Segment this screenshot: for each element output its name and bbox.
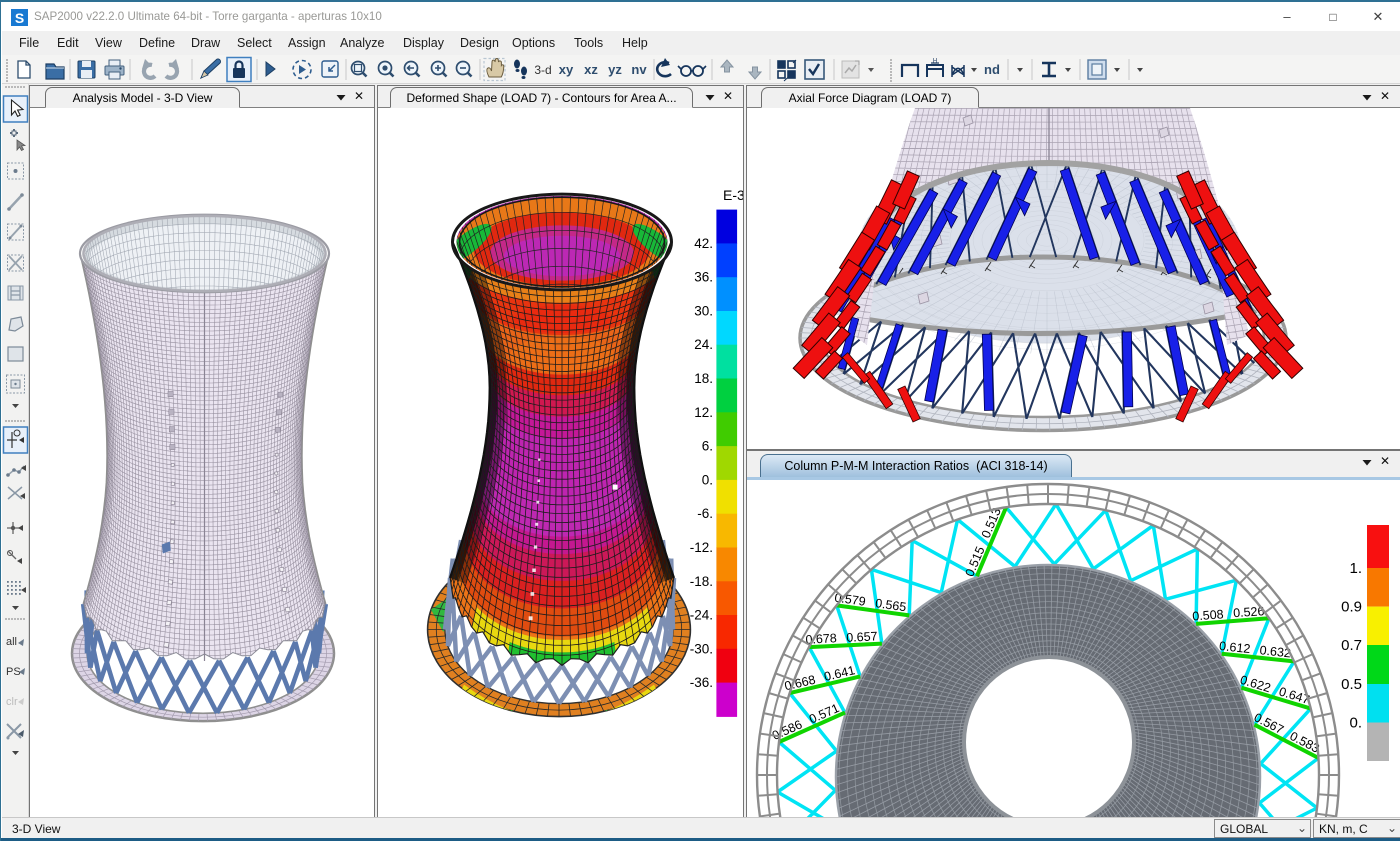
svg-text:12.: 12. — [694, 405, 713, 420]
svg-text:-6.: -6. — [697, 506, 713, 521]
svg-text:-30.: -30. — [690, 641, 713, 656]
svg-text:-36.: -36. — [690, 675, 713, 690]
svg-text:-24.: -24. — [690, 608, 713, 623]
svg-text:0.7: 0.7 — [1341, 637, 1362, 654]
svg-text:24.: 24. — [694, 337, 713, 352]
svg-text:xz: xz — [584, 62, 598, 77]
svg-text:all: all — [6, 636, 17, 648]
svg-text:36.: 36. — [694, 270, 713, 285]
svg-text:30.: 30. — [694, 304, 713, 319]
svg-text:0.657: 0.657 — [846, 629, 878, 645]
svg-text:-12.: -12. — [690, 540, 713, 555]
svg-text:E-3: E-3 — [723, 187, 743, 203]
svg-text:clr: clr — [6, 696, 18, 708]
svg-text:nv: nv — [631, 62, 647, 77]
svg-text:xy: xy — [559, 62, 574, 77]
svg-text:3-d: 3-d — [534, 63, 551, 77]
svg-text:6.: 6. — [702, 439, 713, 454]
svg-text:42.: 42. — [694, 236, 713, 251]
svg-text:0.: 0. — [1349, 715, 1362, 732]
svg-text:nd: nd — [984, 62, 1000, 77]
svg-text:0.5: 0.5 — [1341, 676, 1362, 693]
svg-text:PS: PS — [6, 666, 21, 678]
svg-text:H: H — [933, 59, 937, 65]
svg-text:0.508: 0.508 — [1192, 607, 1224, 623]
svg-text:0.: 0. — [702, 472, 713, 487]
svg-text:1.: 1. — [1349, 560, 1362, 577]
svg-text:-18.: -18. — [690, 574, 713, 589]
svg-text:yz: yz — [608, 62, 622, 77]
svg-text:18.: 18. — [694, 371, 713, 386]
svg-text:0.9: 0.9 — [1341, 599, 1362, 616]
